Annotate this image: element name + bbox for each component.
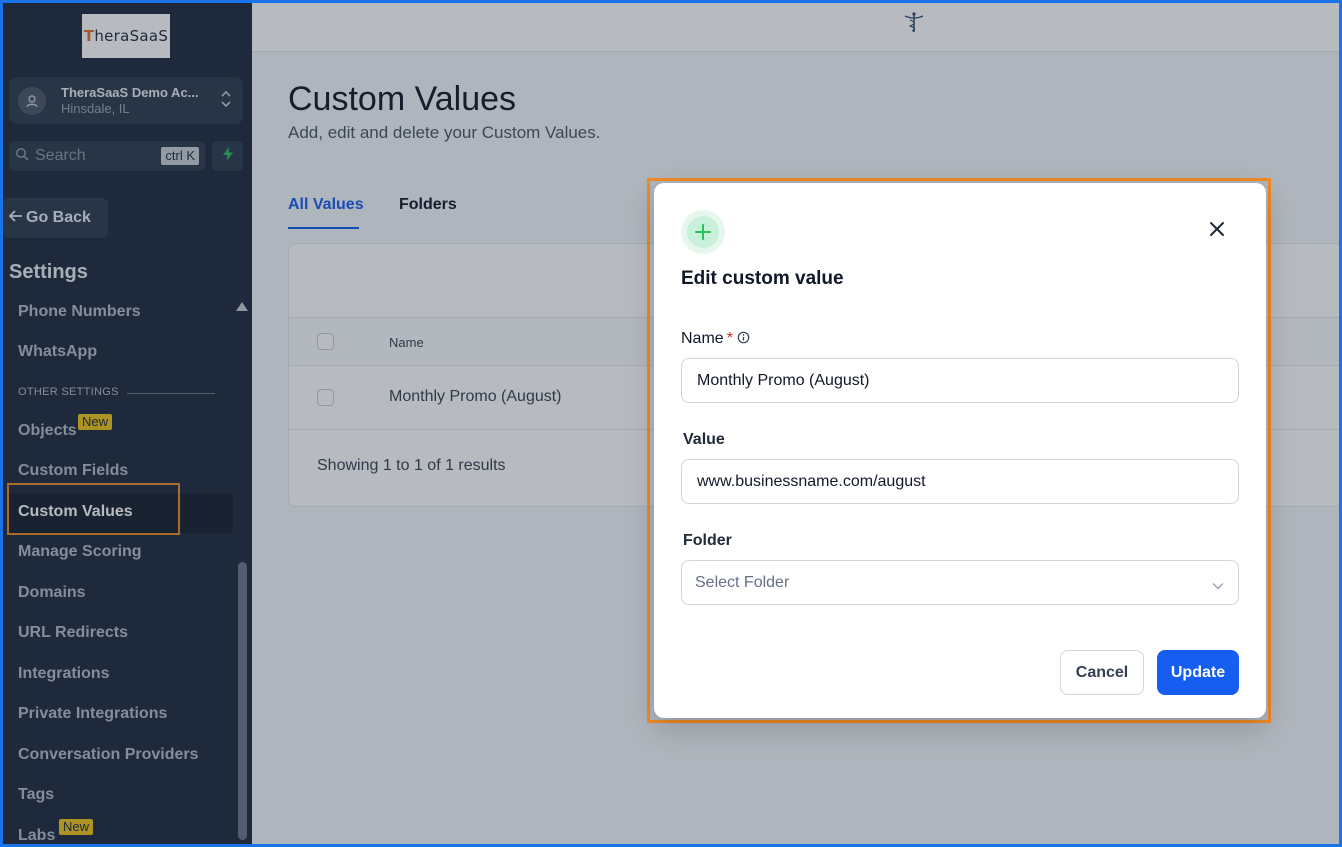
folder-select-placeholder: Select Folder [695,573,790,591]
value-label: Value [683,431,725,448]
chevron-down-icon [1212,577,1224,595]
cancel-button[interactable]: Cancel [1060,650,1144,695]
modal-title: Edit custom value [681,268,844,289]
folder-select[interactable]: Select Folder [681,560,1239,605]
required-asterisk: * [726,330,733,347]
name-label: Name * [681,330,750,349]
name-field[interactable]: Monthly Promo (August) [681,358,1239,403]
name-label-text: Name [681,330,724,347]
close-icon[interactable] [1207,219,1227,239]
edit-custom-value-modal: Edit custom value Name * Monthly Promo (A… [654,183,1266,718]
update-button[interactable]: Update [1157,650,1239,695]
value-field[interactable]: www.businessname.com/august [681,459,1239,504]
info-icon[interactable] [737,331,750,349]
folder-label: Folder [683,532,732,549]
plus-icon [681,210,725,254]
